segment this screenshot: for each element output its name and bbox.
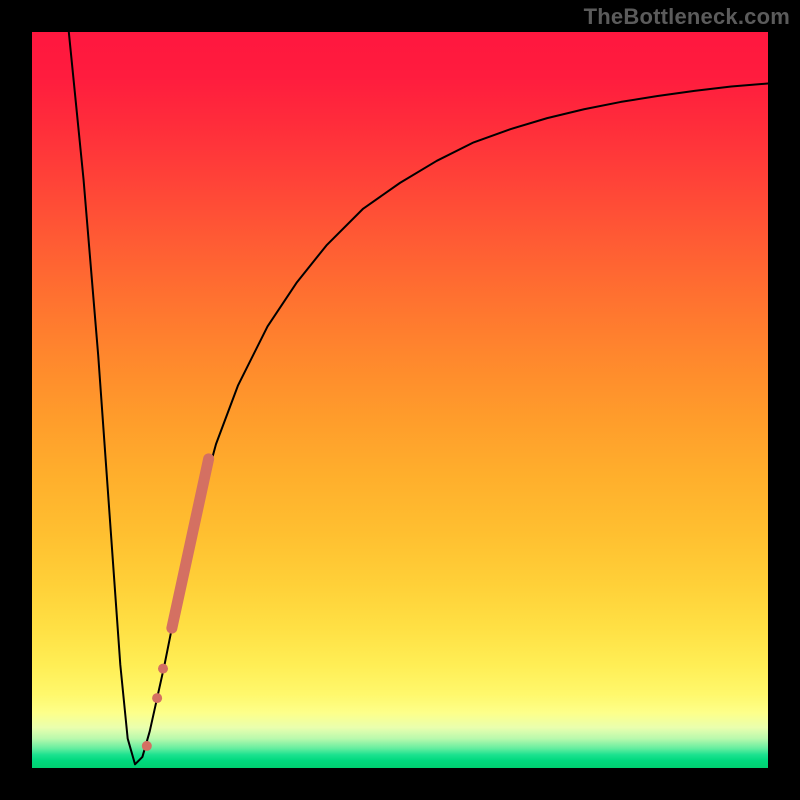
watermark-label: TheBottleneck.com	[584, 4, 790, 30]
chart-overlay	[32, 32, 768, 768]
bottleneck-curve	[69, 32, 768, 764]
chart-frame: TheBottleneck.com	[0, 0, 800, 800]
bottleneck-highlight	[142, 459, 209, 751]
